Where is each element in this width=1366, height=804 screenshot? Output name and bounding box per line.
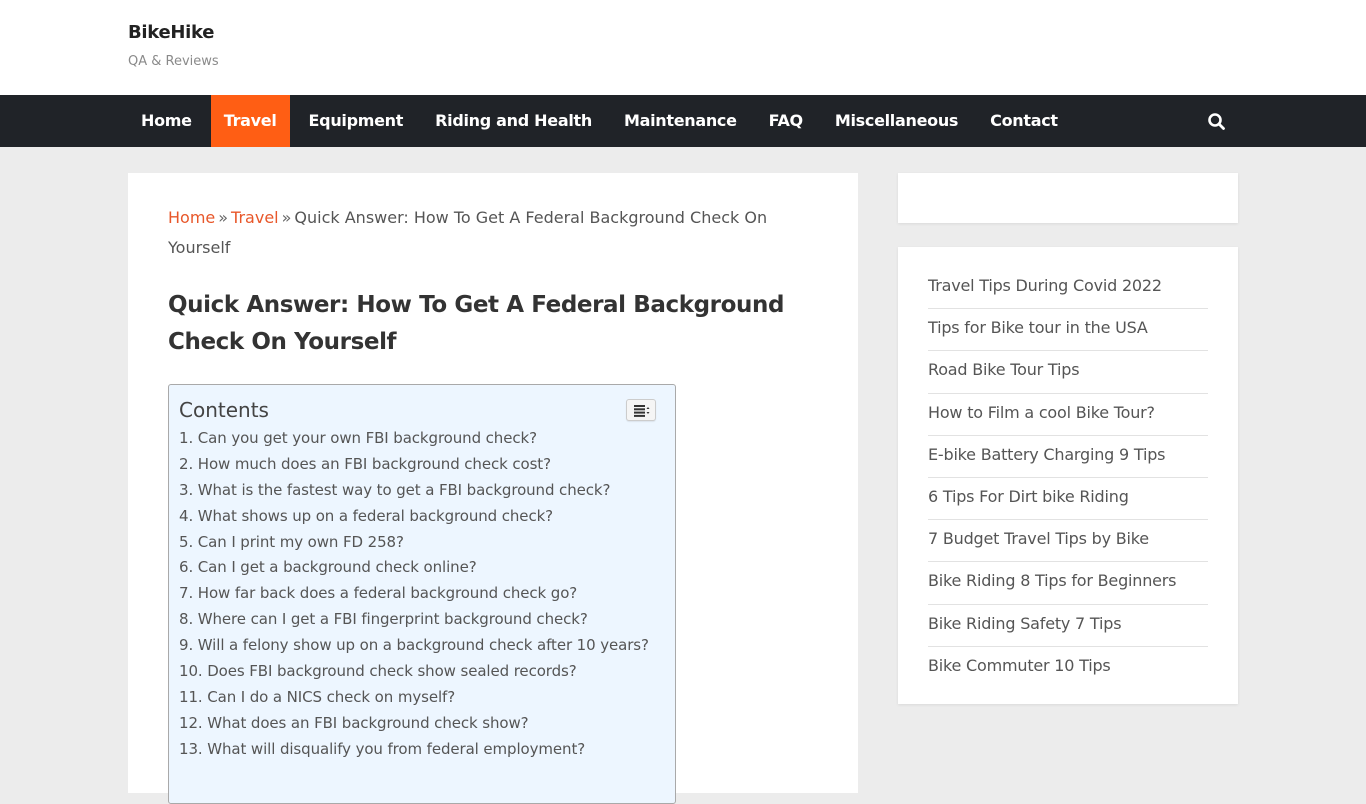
- toc-item[interactable]: 6. Can I get a background check online?: [179, 555, 649, 581]
- toc-item[interactable]: 10. Does FBI background check show seale…: [179, 659, 649, 685]
- site-header: BikeHike QA & Reviews: [0, 0, 1366, 95]
- sidebar-link[interactable]: Tips for Bike tour in the USA: [928, 309, 1208, 352]
- nav-item-home[interactable]: Home: [128, 95, 205, 147]
- toc-item[interactable]: 13. What will disqualify you from federa…: [179, 737, 649, 763]
- sidebar-link[interactable]: 7 Budget Travel Tips by Bike: [928, 520, 1208, 563]
- table-of-contents: Contents 1. Can you get your own FBI bac…: [168, 384, 676, 804]
- nav-menu: Home Travel Equipment Riding and Health …: [128, 95, 1077, 147]
- toc-item[interactable]: 4. What shows up on a federal background…: [179, 504, 649, 530]
- breadcrumb-travel[interactable]: Travel: [231, 208, 279, 227]
- sidebar-link[interactable]: Bike Riding 8 Tips for Beginners: [928, 562, 1208, 605]
- sidebar-link[interactable]: How to Film a cool Bike Tour?: [928, 394, 1208, 436]
- breadcrumb-separator: »: [218, 208, 229, 227]
- sidebar-link[interactable]: Bike Commuter 10 Tips: [928, 647, 1208, 689]
- toc-item[interactable]: 1. Can you get your own FBI background c…: [179, 426, 649, 452]
- sidebar-link[interactable]: 6 Tips For Dirt bike Riding: [928, 478, 1208, 521]
- nav-item-faq[interactable]: FAQ: [756, 95, 816, 147]
- search-button[interactable]: [1206, 111, 1228, 133]
- nav-item-maintenance[interactable]: Maintenance: [611, 95, 750, 147]
- search-icon: [1208, 113, 1225, 130]
- site-tagline: QA & Reviews: [128, 54, 219, 69]
- nav-item-equipment[interactable]: Equipment: [296, 95, 417, 147]
- toc-title: Contents: [179, 398, 269, 422]
- nav-item-contact[interactable]: Contact: [977, 95, 1071, 147]
- toc-item[interactable]: 8. Where can I get a FBI fingerprint bac…: [179, 607, 649, 633]
- page-title: Quick Answer: How To Get A Federal Backg…: [168, 292, 785, 355]
- toc-list: 1. Can you get your own FBI background c…: [179, 426, 649, 763]
- toc-item[interactable]: 7. How far back does a federal backgroun…: [179, 581, 649, 607]
- sidebar-link[interactable]: Road Bike Tour Tips: [928, 351, 1208, 394]
- toc-item[interactable]: 11. Can I do a NICS check on myself?: [179, 685, 649, 711]
- sidebar-link[interactable]: Travel Tips During Covid 2022: [928, 267, 1208, 310]
- article-card: Home» Travel» Quick Answer: How To Get A F…: [128, 173, 858, 804]
- sidebar-widget-empty: [898, 173, 1238, 223]
- toc-item[interactable]: 9. Will a felony show up on a background…: [179, 633, 649, 659]
- toc-item[interactable]: 12. What does an FBI background check sh…: [179, 711, 649, 737]
- nav-item-miscellaneous[interactable]: Miscellaneous: [822, 95, 971, 147]
- nav-item-riding-and-health[interactable]: Riding and Health: [422, 95, 605, 147]
- sidebar-link[interactable]: E-bike Battery Charging 9 Tips: [928, 436, 1208, 478]
- breadcrumb-separator: »: [281, 208, 292, 227]
- toc-item[interactable]: 2. How much does an FBI background check…: [179, 452, 649, 478]
- sidebar-widget-links: Travel Tips During Covid 2022 Tips for B…: [898, 247, 1238, 704]
- breadcrumb: Home» Travel» Quick Answer: How To Get A F…: [168, 203, 788, 263]
- toc-toggle-button[interactable]: [626, 399, 656, 421]
- toc-item[interactable]: 5. Can I print my own FD 258?: [179, 530, 649, 556]
- sidebar-link[interactable]: Bike Riding Safety 7 Tips: [928, 605, 1208, 647]
- nav-item-travel[interactable]: Travel: [210, 95, 290, 147]
- list-toggle-icon: [634, 405, 650, 417]
- sidebar-link-list: Travel Tips During Covid 2022 Tips for B…: [928, 267, 1208, 689]
- main-nav: Home Travel Equipment Riding and Health …: [0, 95, 1366, 147]
- site-title[interactable]: BikeHike: [128, 22, 214, 43]
- toc-item[interactable]: 3. What is the fastest way to get a FBI …: [179, 478, 649, 504]
- breadcrumb-home[interactable]: Home: [168, 208, 215, 227]
